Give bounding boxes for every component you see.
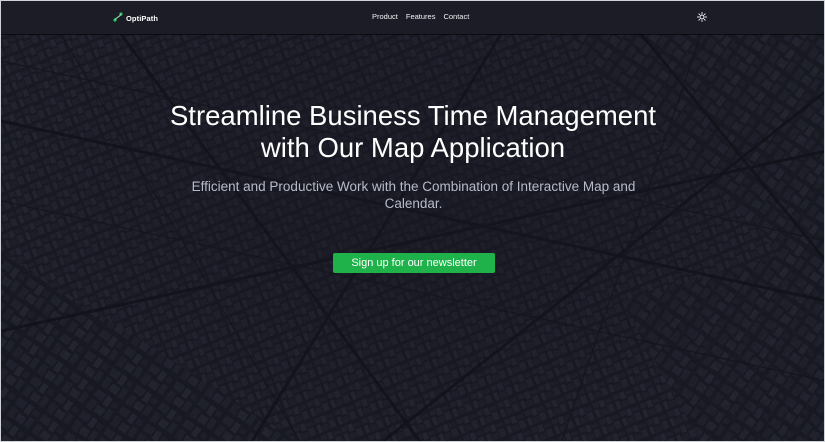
hero-title: Streamline Business Time Management with…	[113, 100, 713, 164]
newsletter-signup-button[interactable]: Sign up for our newsletter	[333, 253, 495, 273]
top-navbar: OptiPath Product Features Contact	[1, 1, 824, 34]
page-frame: OptiPath Product Features Contact Stream…	[0, 0, 825, 442]
brand-logo[interactable]: OptiPath	[113, 11, 158, 25]
theme-toggle-button[interactable]	[696, 11, 707, 23]
nav-link-features[interactable]: Features	[406, 12, 436, 21]
hero-subtitle: Efficient and Productive Work with the C…	[191, 179, 636, 211]
main-nav: Product Features Contact	[372, 12, 469, 21]
hero-title-line-1: Streamline Business Time Management	[169, 100, 657, 131]
nav-link-product[interactable]: Product	[372, 12, 398, 21]
city-map-background	[1, 1, 824, 441]
path-route-icon	[113, 9, 123, 27]
hero-title-line-2: with Our Map Application	[260, 132, 566, 163]
nav-link-contact[interactable]: Contact	[443, 12, 469, 21]
sun-icon	[696, 9, 707, 27]
brand-name: OptiPath	[126, 13, 159, 23]
